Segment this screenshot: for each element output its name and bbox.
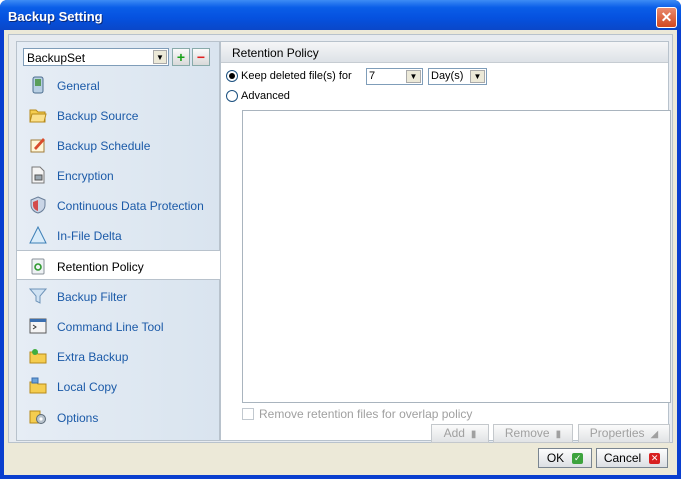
sidebar-item-label: In-File Delta xyxy=(57,229,122,243)
trash-icon: ▮ xyxy=(555,429,562,440)
sidebar-item-backup-source[interactable]: Backup Source xyxy=(17,100,221,130)
sidebar-item-label: Continuous Data Protection xyxy=(57,199,204,213)
sidebar-item-label: Backup Source xyxy=(57,109,139,123)
sidebar-item-label: Retention Policy xyxy=(57,260,144,274)
sidebar-item-label: Local Copy xyxy=(57,380,118,394)
content-frame: BackupSet ▼ + − General Backup Source Ba… xyxy=(8,34,673,443)
minus-icon: − xyxy=(196,49,206,65)
remove-label: Remove xyxy=(504,426,550,440)
ok-button[interactable]: OK ✓ xyxy=(538,448,592,468)
close-button[interactable]: ✕ xyxy=(656,7,677,28)
add-label: Add xyxy=(443,426,465,440)
remove-policy-button[interactable]: Remove ▮ xyxy=(493,424,573,443)
retention-unit-value: Day(s) xyxy=(431,70,464,82)
sidebar-item-label: Command Line Tool xyxy=(57,320,164,334)
properties-button[interactable]: Properties ◢ xyxy=(578,424,670,443)
title-bar[interactable]: Backup Setting ✕ xyxy=(0,0,681,30)
cancel-icon: ✕ xyxy=(649,453,661,465)
ok-label: OK xyxy=(546,451,565,465)
advanced-policy-list[interactable] xyxy=(242,110,671,403)
remove-backup-set-button[interactable]: − xyxy=(192,48,210,66)
sidebar-item-backup-filter[interactable]: Backup Filter xyxy=(17,281,221,311)
dialog-client-area: BackupSet ▼ + − General Backup Source Ba… xyxy=(4,30,677,475)
settings-sidebar: BackupSet ▼ + − General Backup Source Ba… xyxy=(16,41,222,441)
sidebar-item-label: Encryption xyxy=(57,169,114,183)
close-icon: ✕ xyxy=(660,9,673,25)
cancel-button[interactable]: Cancel ✕ xyxy=(596,448,668,468)
add-backup-set-button[interactable]: + xyxy=(172,48,190,66)
window-title: Backup Setting xyxy=(8,9,103,24)
sidebar-item-general[interactable]: General xyxy=(17,70,221,100)
filter-icon xyxy=(29,288,47,304)
advanced-radio[interactable] xyxy=(226,90,238,102)
device-icon xyxy=(32,76,44,94)
sidebar-item-command-line-tool[interactable]: Command Line Tool xyxy=(17,311,221,341)
panel-title: Retention Policy xyxy=(232,46,319,60)
delta-icon xyxy=(29,226,47,244)
shield-icon xyxy=(30,196,46,214)
sidebar-item-encryption[interactable]: Encryption xyxy=(17,160,221,190)
chevron-down-icon[interactable]: ▼ xyxy=(470,70,485,83)
recycle-icon xyxy=(31,258,45,275)
sidebar-item-local-copy[interactable]: Local Copy xyxy=(17,371,221,401)
sidebar-item-label: Backup Schedule xyxy=(57,139,151,153)
keep-deleted-label: Keep deleted file(s) for xyxy=(241,70,352,82)
advanced-label: Advanced xyxy=(241,90,290,102)
plus-icon: + xyxy=(176,49,186,65)
folder-open-icon xyxy=(29,109,47,123)
retention-unit-dropdown[interactable]: Day(s) ▼ xyxy=(428,68,487,85)
sidebar-item-backup-schedule[interactable]: Backup Schedule xyxy=(17,130,221,160)
edit-icon: ◢ xyxy=(650,429,659,440)
overlap-label: Remove retention files for overlap polic… xyxy=(259,407,473,421)
folder-star-icon xyxy=(29,349,47,364)
sidebar-item-retention-policy[interactable]: Retention Policy xyxy=(17,250,222,280)
checkmark-icon: ✓ xyxy=(572,453,584,465)
keep-days-value: 7 xyxy=(369,70,376,82)
chevron-down-icon[interactable]: ▼ xyxy=(153,50,167,64)
schedule-icon xyxy=(30,138,45,153)
sidebar-item-options[interactable]: Options xyxy=(17,402,221,432)
sidebar-item-in-file-delta[interactable]: In-File Delta xyxy=(17,220,221,250)
retention-policy-panel: Retention Policy Keep deleted file(s) fo… xyxy=(220,41,671,443)
overlap-checkbox[interactable] xyxy=(242,408,254,420)
add-policy-button[interactable]: Add ▮ xyxy=(431,424,489,443)
folder-copy-icon xyxy=(29,377,47,394)
gears-icon xyxy=(29,410,46,424)
sidebar-item-label: Extra Backup xyxy=(57,350,129,364)
sidebar-item-label: Options xyxy=(57,411,99,425)
document-icon: ▮ xyxy=(470,429,477,440)
sidebar-item-label: General xyxy=(57,79,100,93)
backup-set-dropdown[interactable]: BackupSet ▼ xyxy=(23,48,169,66)
sidebar-item-continuous-data-protection[interactable]: Continuous Data Protection xyxy=(17,190,221,220)
backup-setting-window: Backup Setting ✕ BackupSet ▼ + − General… xyxy=(0,0,681,479)
keep-deleted-radio[interactable] xyxy=(226,70,238,82)
properties-label: Properties xyxy=(589,426,645,440)
chevron-down-icon[interactable]: ▼ xyxy=(406,70,421,83)
terminal-icon xyxy=(29,318,47,334)
cancel-label: Cancel xyxy=(603,451,642,465)
sidebar-item-extra-backup[interactable]: Extra Backup xyxy=(17,341,221,371)
panel-header: Retention Policy xyxy=(221,42,668,63)
sidebar-item-label: Backup Filter xyxy=(57,290,128,304)
keep-days-dropdown[interactable]: 7 ▼ xyxy=(366,68,423,85)
lock-document-icon xyxy=(31,166,45,184)
backup-set-value: BackupSet xyxy=(27,51,86,65)
